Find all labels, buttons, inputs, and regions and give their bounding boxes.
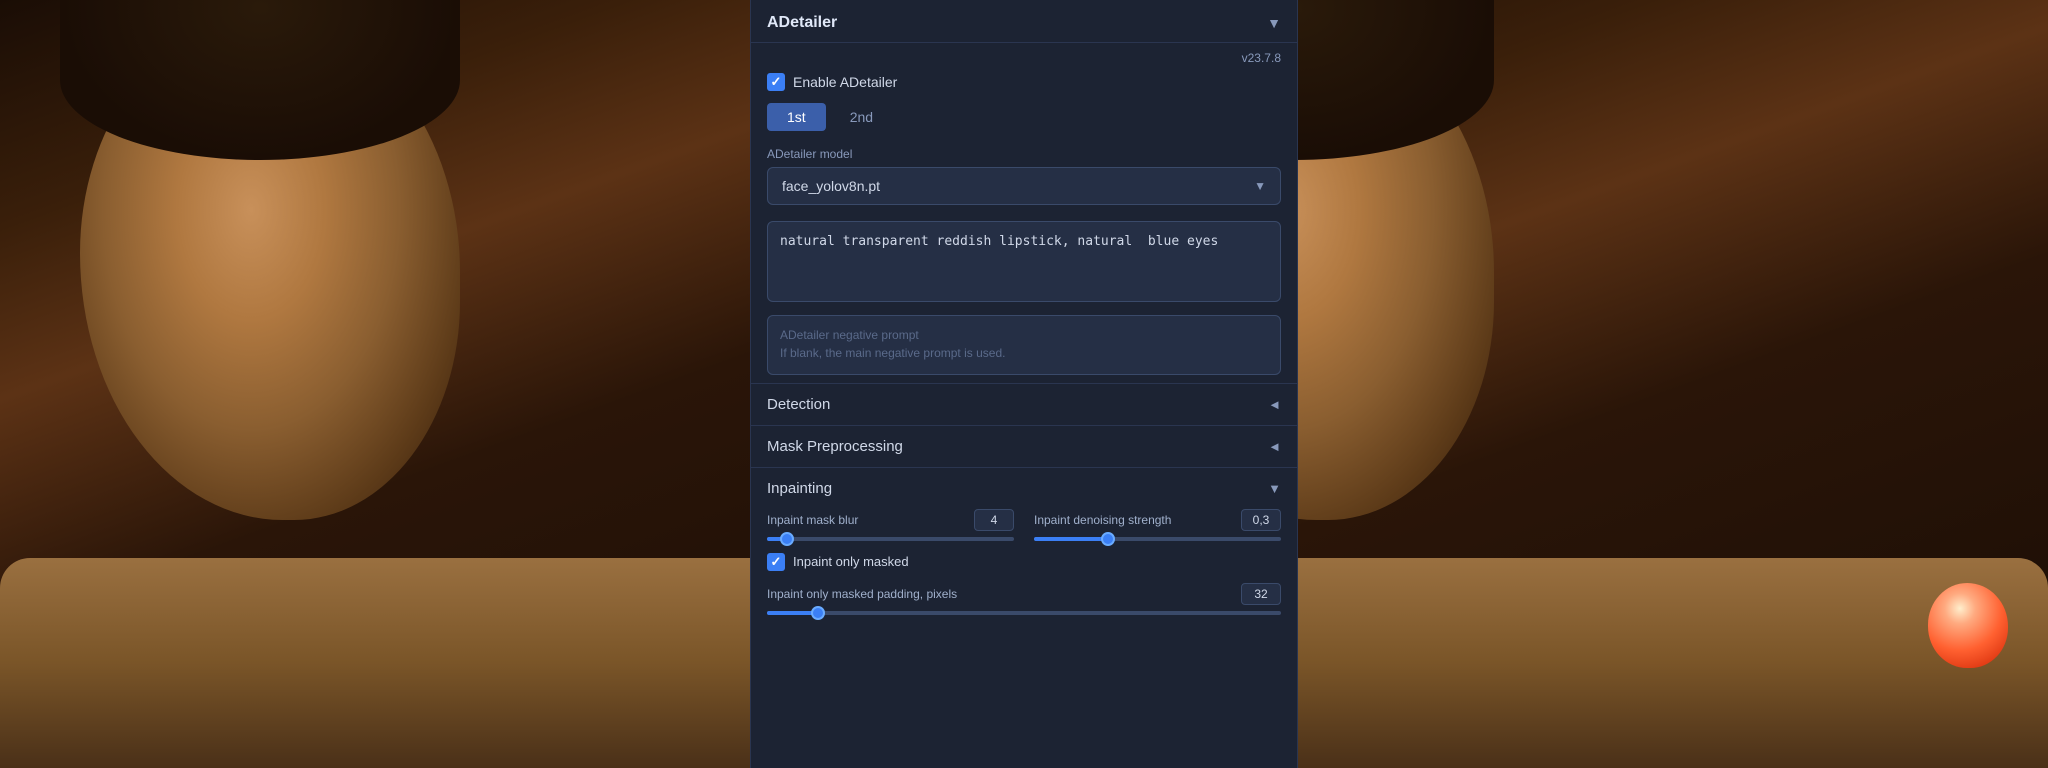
prompt-wrap: natural transparent reddish lipstick, na… <box>751 221 1297 315</box>
inpainting-arrow: ▼ <box>1268 481 1281 496</box>
padding-label-row: Inpaint only masked padding, pixels 32 <box>767 583 1281 605</box>
version-row: v23.7.8 <box>751 43 1297 69</box>
mask-preprocessing-header[interactable]: Mask Preprocessing ◄ <box>751 425 1297 467</box>
enable-checkbox[interactable] <box>767 73 785 91</box>
model-dropdown-wrap: face_yolov8n.pt ▼ <box>751 167 1297 221</box>
version-text: v23.7.8 <box>1242 51 1281 65</box>
negative-prompt-wrap: ADetailer negative prompt If blank, the … <box>751 315 1297 383</box>
padding-track[interactable] <box>767 611 1281 615</box>
mask-blur-thumb[interactable] <box>780 532 794 546</box>
dual-slider-row: Inpaint mask blur 4 Inpaint denoising st… <box>751 509 1297 549</box>
model-label: ADetailer model <box>751 143 1297 167</box>
mask-blur-value[interactable]: 4 <box>974 509 1014 531</box>
inpainting-title: Inpainting <box>767 480 832 497</box>
detection-arrow: ◄ <box>1268 397 1281 412</box>
padding-label: Inpaint only masked padding, pixels <box>767 587 957 601</box>
tab-2nd[interactable]: 2nd <box>830 103 893 131</box>
model-selected: face_yolov8n.pt <box>782 178 880 194</box>
panel-collapse-icon[interactable]: ▼ <box>1267 15 1281 31</box>
tab-1st[interactable]: 1st <box>767 103 826 131</box>
only-masked-label: Inpaint only masked <box>793 554 909 569</box>
denoise-thumb[interactable] <box>1101 532 1115 546</box>
inpainting-header[interactable]: Inpainting ▼ <box>751 468 1297 509</box>
mask-blur-label: Inpaint mask blur <box>767 513 858 527</box>
denoise-track[interactable] <box>1034 537 1281 541</box>
model-dropdown-arrow: ▼ <box>1254 179 1266 193</box>
enable-label: Enable ADetailer <box>793 74 897 90</box>
denoise-value[interactable]: 0,3 <box>1241 509 1281 531</box>
only-masked-row: Inpaint only masked <box>751 549 1297 579</box>
only-masked-checkbox[interactable] <box>767 553 785 571</box>
mask-blur-col: Inpaint mask blur 4 <box>767 509 1014 541</box>
model-dropdown[interactable]: face_yolov8n.pt ▼ <box>767 167 1281 205</box>
padding-value[interactable]: 32 <box>1241 583 1281 605</box>
inpainting-section: Inpainting ▼ Inpaint mask blur 4 Inpaint… <box>751 467 1297 623</box>
padding-thumb[interactable] <box>811 606 825 620</box>
panel-header: ADetailer ▼ <box>751 0 1297 43</box>
denoise-col: Inpaint denoising strength 0,3 <box>1034 509 1281 541</box>
denoise-label-row: Inpaint denoising strength 0,3 <box>1034 509 1281 531</box>
denoise-label: Inpaint denoising strength <box>1034 513 1171 527</box>
enable-row: Enable ADetailer <box>751 69 1297 103</box>
tabs-row: 1st 2nd <box>751 103 1297 143</box>
mask-preprocessing-arrow: ◄ <box>1268 439 1281 454</box>
adetailer-panel: ADetailer ▼ v23.7.8 Enable ADetailer 1st… <box>750 0 1298 768</box>
padding-row: Inpaint only masked padding, pixels 32 <box>751 579 1297 623</box>
denoise-fill <box>1034 537 1108 541</box>
detection-section-header[interactable]: Detection ◄ <box>751 383 1297 425</box>
mask-blur-label-row: Inpaint mask blur 4 <box>767 509 1014 531</box>
mask-blur-track[interactable] <box>767 537 1014 541</box>
negative-prompt[interactable]: ADetailer negative prompt If blank, the … <box>767 315 1281 375</box>
positive-prompt[interactable]: natural transparent reddish lipstick, na… <box>767 221 1281 302</box>
panel-title: ADetailer <box>767 14 837 32</box>
negative-prompt-placeholder-line1: ADetailer negative prompt <box>780 328 919 342</box>
detection-title: Detection <box>767 396 830 413</box>
mask-preprocessing-title: Mask Preprocessing <box>767 438 903 455</box>
negative-prompt-placeholder-line2: If blank, the main negative prompt is us… <box>780 346 1005 360</box>
